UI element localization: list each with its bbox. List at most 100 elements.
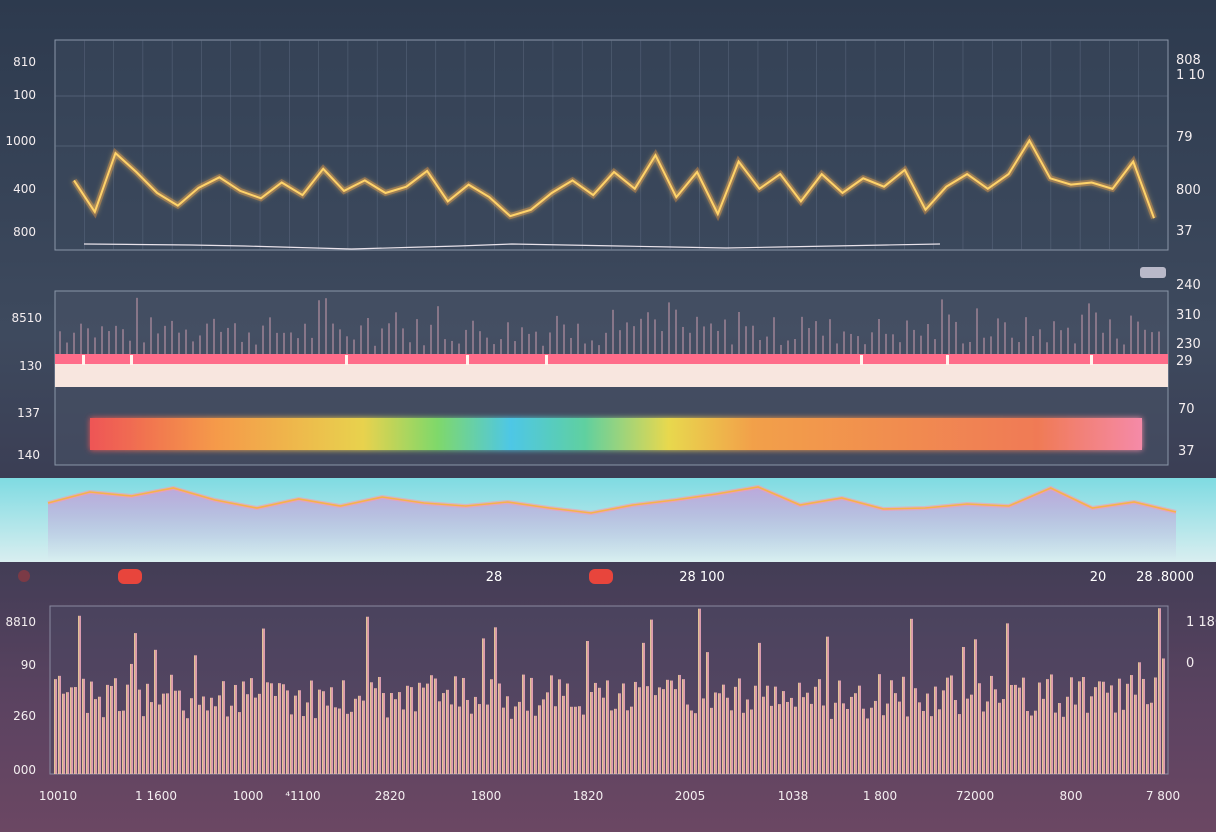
bar	[1110, 685, 1113, 774]
bar	[342, 680, 345, 774]
bar	[1054, 712, 1057, 774]
bar	[258, 693, 261, 774]
bar	[814, 686, 817, 774]
bar	[1026, 710, 1029, 774]
bar	[470, 713, 473, 774]
bar	[66, 692, 69, 774]
bar	[818, 679, 821, 774]
bar	[266, 682, 269, 774]
bar	[454, 676, 457, 774]
bar	[902, 676, 905, 774]
bar	[186, 718, 189, 774]
bar	[766, 685, 769, 774]
bar	[134, 633, 137, 774]
bar	[926, 693, 929, 774]
bar	[242, 681, 245, 774]
bar	[930, 716, 933, 774]
bar	[142, 716, 145, 774]
bar	[734, 686, 737, 774]
bar	[218, 695, 221, 774]
y-tick-left: 8510	[11, 311, 42, 325]
band-marker	[1090, 355, 1093, 365]
bar	[1018, 687, 1021, 774]
bar	[174, 690, 177, 774]
y-tick-right: 37	[1176, 224, 1193, 239]
bar	[978, 683, 981, 774]
bar	[870, 707, 873, 774]
bar	[826, 636, 829, 774]
bar	[714, 692, 717, 774]
y-tick-left: 8810	[5, 615, 36, 629]
bar	[654, 695, 657, 774]
bar	[686, 704, 689, 774]
bar	[550, 675, 553, 774]
bar	[378, 676, 381, 774]
y-tick-left: 800	[13, 225, 36, 239]
bar	[482, 638, 485, 774]
bar	[94, 699, 97, 774]
bar	[610, 710, 613, 774]
bar	[214, 706, 217, 774]
bar	[698, 608, 701, 774]
bar	[98, 696, 101, 774]
bar	[158, 704, 161, 774]
bar	[1154, 677, 1157, 774]
bar	[954, 700, 957, 774]
bar	[474, 696, 477, 774]
bar	[126, 684, 129, 774]
x-tick: 1 800	[863, 789, 897, 803]
bar	[758, 642, 761, 774]
red-marker-left[interactable]	[118, 569, 142, 584]
bar	[310, 680, 313, 774]
bar	[986, 701, 989, 774]
bar	[946, 677, 949, 774]
bar	[1038, 682, 1041, 774]
bar	[1106, 692, 1109, 774]
bar	[878, 674, 881, 774]
bar	[102, 717, 105, 774]
x-tick: ⁴1100	[285, 789, 320, 803]
red-marker-mid[interactable]	[589, 569, 613, 584]
bar	[318, 689, 321, 774]
bar	[890, 680, 893, 774]
x-tick: 2820	[375, 789, 406, 803]
bar	[894, 693, 897, 774]
bar	[942, 690, 945, 774]
bar	[1002, 699, 1005, 774]
bar	[1050, 674, 1053, 774]
bar	[478, 704, 481, 774]
bar	[546, 692, 549, 774]
bar	[906, 716, 909, 774]
bar	[934, 686, 937, 774]
x-tick: 800	[1060, 789, 1083, 803]
bar	[406, 685, 409, 774]
slider-handle[interactable]	[1140, 267, 1166, 278]
bar	[122, 710, 125, 774]
bar	[882, 715, 885, 774]
y-tick-right: 29	[1176, 354, 1193, 369]
bar	[446, 689, 449, 774]
bar	[114, 678, 117, 774]
bar	[874, 700, 877, 774]
y-tick-left: 140	[17, 448, 40, 462]
bar	[862, 708, 865, 774]
bar	[302, 716, 305, 774]
bar	[1070, 677, 1073, 774]
bar	[206, 710, 209, 774]
bar	[950, 675, 953, 774]
bar	[306, 702, 309, 774]
bar	[846, 708, 849, 774]
bar	[210, 697, 213, 774]
bar	[238, 712, 241, 774]
bar	[234, 684, 237, 774]
y-tick-right: 808	[1176, 53, 1201, 68]
y-tick-left: 260	[13, 709, 36, 723]
bar	[866, 718, 869, 774]
bar	[282, 684, 285, 774]
bar	[1086, 712, 1089, 774]
bar	[682, 679, 685, 774]
y-tick-left: 90	[21, 658, 36, 672]
bar	[162, 693, 165, 774]
bar	[270, 683, 273, 774]
bar	[630, 706, 633, 774]
